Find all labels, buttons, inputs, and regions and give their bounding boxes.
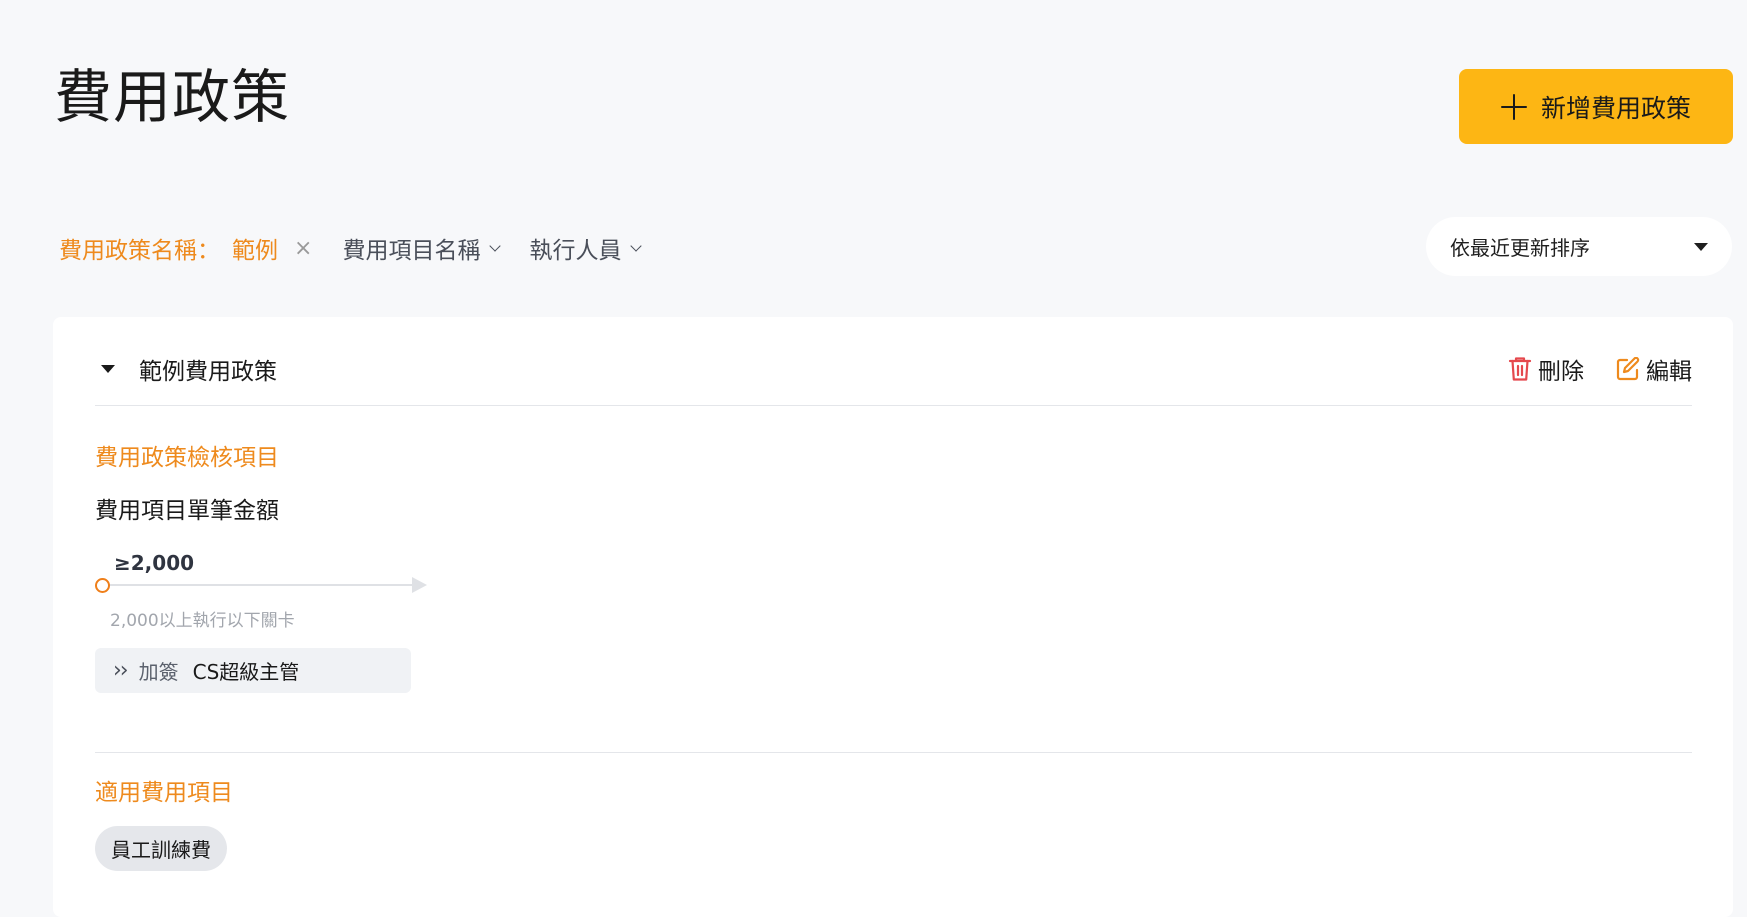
active-filter-policy-name[interactable]: 費用政策名稱： 範例 bbox=[59, 231, 278, 265]
chevron-down-icon bbox=[489, 239, 502, 252]
add-policy-button[interactable]: 新增費用政策 bbox=[1459, 69, 1733, 144]
applicable-item-tag: 員工訓練費 bbox=[95, 826, 227, 871]
active-filter-value: 範例 bbox=[232, 238, 278, 264]
edit-icon bbox=[1616, 357, 1640, 381]
header-divider bbox=[95, 405, 1692, 406]
threshold-label: ≥2,000 bbox=[114, 551, 195, 575]
approver-name: CS超級主管 bbox=[192, 660, 300, 684]
policy-actions: 刪除 編輯 bbox=[1508, 352, 1692, 386]
check-item-title: 費用項目單筆金額 bbox=[95, 498, 279, 524]
trash-icon bbox=[1508, 357, 1532, 381]
policy-card: 範例費用政策 刪除 編輯 費用政策檢核項目 費用項目單筆金額 ≥2,000 2,… bbox=[53, 317, 1733, 917]
threshold-track bbox=[101, 584, 421, 586]
add-policy-label: 新增費用政策 bbox=[1540, 93, 1691, 123]
caret-down-icon bbox=[1694, 242, 1708, 251]
threshold-description: 2,000以上執行以下關卡 bbox=[110, 611, 295, 631]
sort-selected-value: 依最近更新排序 bbox=[1450, 236, 1590, 260]
policy-name: 範例費用政策 bbox=[139, 359, 277, 385]
filter-bar: 費用政策名稱： 範例 × 費用項目名稱 執行人員 bbox=[59, 230, 643, 266]
arrow-right-icon bbox=[412, 577, 427, 593]
policy-card-header: 範例費用政策 刪除 編輯 bbox=[95, 347, 1692, 391]
edit-button[interactable]: 編輯 bbox=[1616, 352, 1692, 386]
sort-select[interactable]: 依最近更新排序 bbox=[1426, 217, 1732, 276]
check-section-title: 費用政策檢核項目 bbox=[95, 445, 279, 471]
threshold-node bbox=[95, 578, 110, 593]
delete-button[interactable]: 刪除 bbox=[1508, 352, 1584, 386]
edit-label: 編輯 bbox=[1646, 359, 1692, 385]
chevron-down-icon bbox=[630, 239, 643, 252]
filter-executor-dropdown[interactable]: 執行人員 bbox=[529, 231, 643, 265]
section-divider bbox=[95, 752, 1692, 753]
clear-filter-icon[interactable]: × bbox=[294, 236, 312, 261]
active-filter-label: 費用政策名稱： bbox=[59, 238, 220, 264]
filter-expense-item-label: 費用項目名稱 bbox=[342, 238, 481, 264]
applicable-section-title: 適用費用項目 bbox=[95, 780, 233, 806]
page-title: 費用政策 bbox=[54, 63, 291, 131]
plus-icon bbox=[1500, 93, 1527, 120]
filter-expense-item-dropdown[interactable]: 費用項目名稱 bbox=[342, 231, 502, 265]
approver-type: 加簽 bbox=[138, 660, 179, 684]
delete-label: 刪除 bbox=[1538, 359, 1584, 385]
double-chevron-right-icon: ›› bbox=[113, 658, 129, 683]
filter-executor-label: 執行人員 bbox=[529, 238, 622, 264]
approver-step: ›› 加簽 CS超級主管 bbox=[95, 648, 411, 693]
collapse-caret-icon[interactable] bbox=[101, 365, 115, 373]
